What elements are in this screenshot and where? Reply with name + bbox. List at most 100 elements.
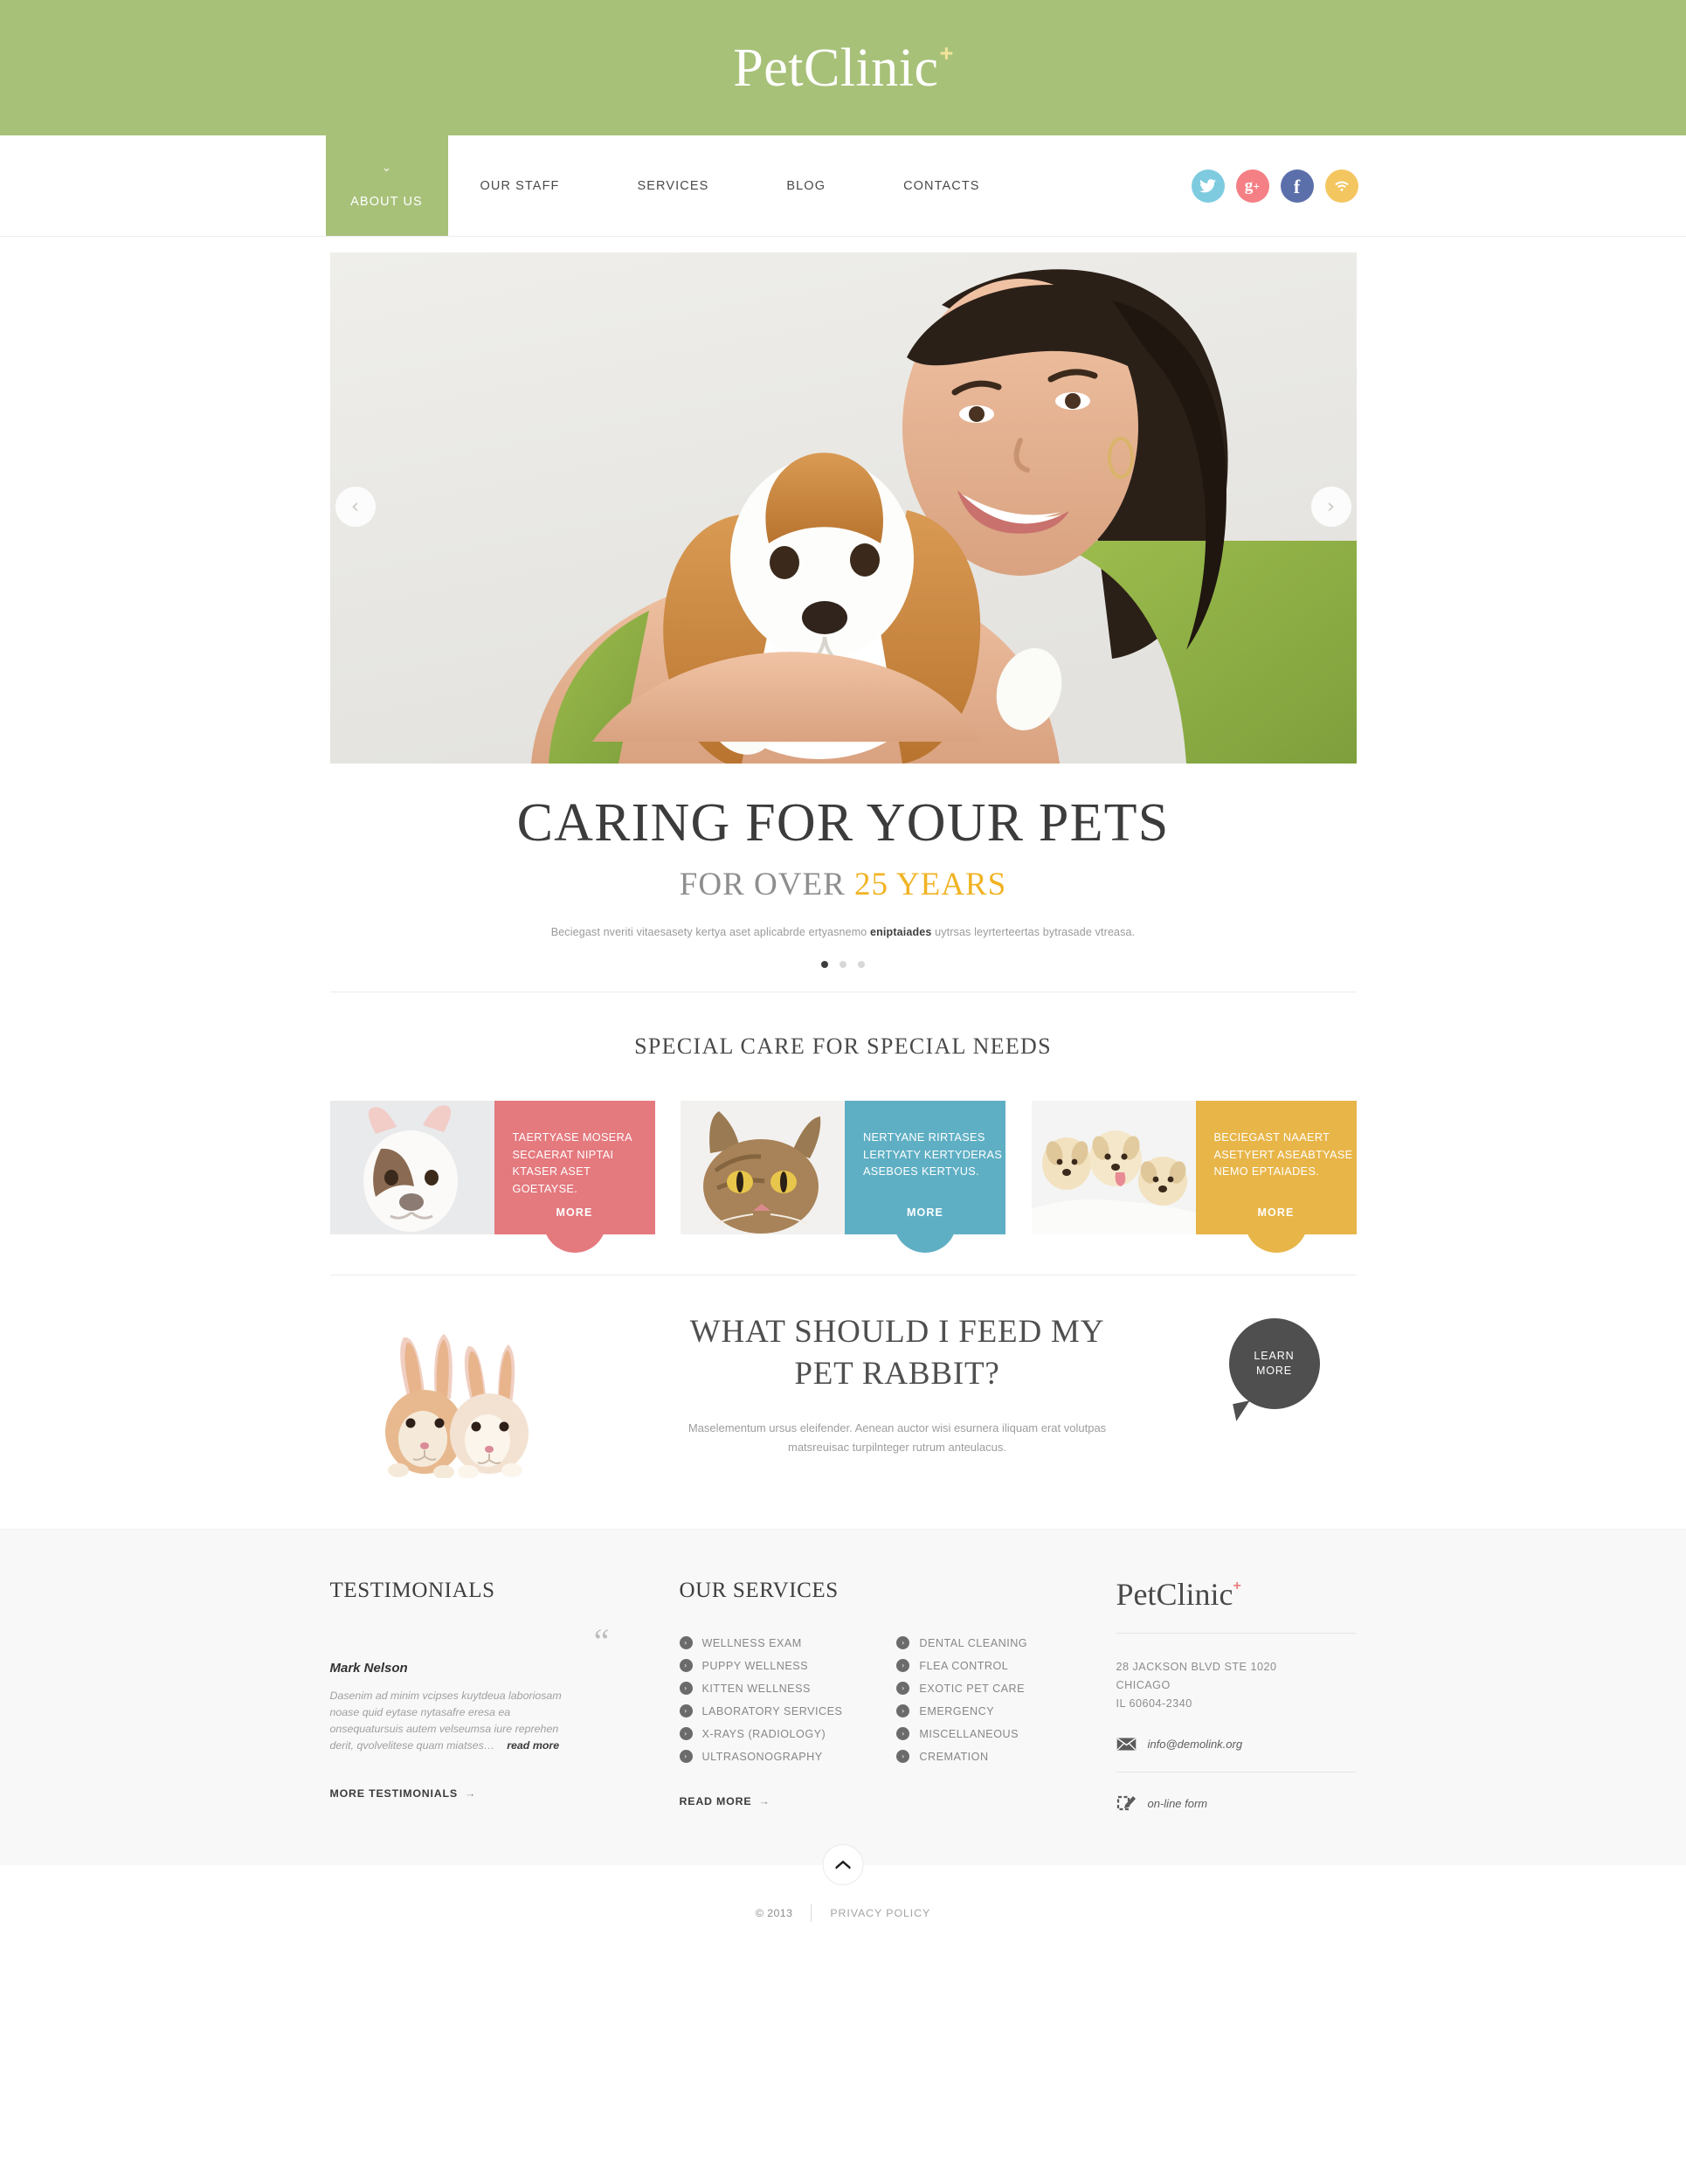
back-to-top-button[interactable] bbox=[822, 1844, 864, 1886]
arrow-right-icon: → bbox=[758, 1795, 770, 1808]
chevron-down-icon: ⌄ bbox=[382, 160, 391, 174]
tabby-cat-photo bbox=[681, 1101, 845, 1235]
hero-title: CARING FOR YOUR PETS bbox=[516, 793, 1170, 853]
service-item[interactable]: › EMERGENCY bbox=[896, 1704, 1027, 1718]
hero-desc-bold: eniptaiades bbox=[870, 926, 932, 939]
special-care-card[interactable]: NERTYANE RIRTASES LERTYATY KERTYDERAS AS… bbox=[681, 1101, 1005, 1254]
service-item[interactable]: › FLEA CONTROL bbox=[896, 1659, 1027, 1673]
footer-divider bbox=[1116, 1633, 1357, 1635]
footer-logo[interactable]: PetClinic+ bbox=[1116, 1579, 1357, 1610]
site-logo-text: PetClinic bbox=[733, 38, 939, 98]
special-care-card[interactable]: TAERTYASE MOSERA SECAERAT NIPTAI KTASER … bbox=[329, 1101, 655, 1254]
privacy-policy-link[interactable]: PRIVACY POLICY bbox=[830, 1907, 930, 1919]
logo-plus-icon: + bbox=[939, 39, 954, 66]
testimonial-read-more[interactable]: read more bbox=[507, 1739, 559, 1752]
service-item[interactable]: › WELLNESS EXAM bbox=[679, 1636, 843, 1650]
special-care-title: SPECIAL CARE FOR SPECIAL NEEDS bbox=[634, 1033, 1052, 1060]
special-care-card-tab bbox=[1244, 1216, 1308, 1254]
service-item[interactable]: › PUPPY WELLNESS bbox=[679, 1659, 843, 1673]
rss-icon[interactable] bbox=[1324, 169, 1358, 203]
site-header: PetClinic+ bbox=[0, 0, 1686, 135]
feed-rabbit-content: WHAT SHOULD I FEED MY PET RABBIT? Masele… bbox=[566, 1311, 1229, 1457]
services-grid: › WELLNESS EXAM › PUPPY WELLNESS › KITTEN W… bbox=[679, 1636, 1116, 1773]
more-testimonials-link[interactable]: MORE TESTIMONIALS → bbox=[330, 1787, 680, 1800]
social-links: g+ f bbox=[1191, 169, 1358, 203]
footer-testimonials: TESTIMONIALS “ Mark Nelson Dasenim ad mi… bbox=[330, 1579, 680, 1813]
nav-item-blog[interactable]: BLOG bbox=[786, 179, 826, 193]
service-item[interactable]: › X-RAYS (RADIOLOGY) bbox=[679, 1727, 843, 1741]
service-item-label: DENTAL CLEANING bbox=[919, 1636, 1028, 1649]
footer-email: info@demolink.org bbox=[1147, 1738, 1243, 1752]
service-item[interactable]: › KITTEN WELLNESS bbox=[679, 1682, 843, 1696]
quote-icon: “ bbox=[593, 1621, 610, 1662]
hero-dot-1[interactable] bbox=[821, 961, 828, 969]
footer-email-row[interactable]: info@demolink.org bbox=[1116, 1738, 1357, 1751]
footer-online-form-row[interactable]: on-line form bbox=[1116, 1794, 1357, 1813]
google-plus-icon[interactable]: g+ bbox=[1235, 169, 1269, 203]
service-item[interactable]: › LABORATORY SERVICES bbox=[679, 1704, 843, 1718]
special-care-card-tab bbox=[542, 1216, 606, 1254]
form-pencil-icon bbox=[1116, 1795, 1136, 1811]
site-footer: TESTIMONIALS “ Mark Nelson Dasenim ad mi… bbox=[0, 1529, 1686, 1886]
service-item[interactable]: › ULTRASONOGRAPHY bbox=[679, 1750, 843, 1764]
nav-links: OUR STAFF SERVICES BLOG CONTACTS bbox=[480, 179, 1058, 193]
learn-more-button[interactable]: LEARN MORE bbox=[1228, 1318, 1320, 1410]
service-item[interactable]: › CREMATION bbox=[896, 1750, 1027, 1764]
arrow-right-icon: → bbox=[464, 1787, 477, 1800]
more-testimonials-label: MORE TESTIMONIALS bbox=[329, 1787, 458, 1800]
nav-item-services[interactable]: SERVICES bbox=[638, 179, 709, 193]
special-care-card[interactable]: BECIEGAST NAAERT ASETYERT ASEABTYASE NEM… bbox=[1031, 1101, 1357, 1254]
chevron-right-icon: › bbox=[679, 1727, 693, 1741]
envelope-icon bbox=[1116, 1738, 1136, 1751]
nav-item-contacts[interactable]: CONTACTS bbox=[903, 179, 979, 193]
chevron-right-icon: › bbox=[896, 1727, 910, 1741]
hero-prev-button[interactable]: ‹ bbox=[335, 487, 376, 527]
feed-rabbit-title-line1: WHAT SHOULD I FEED MY bbox=[689, 1314, 1105, 1351]
service-item[interactable]: › DENTAL CLEANING bbox=[896, 1636, 1028, 1650]
footer-logo-text: PetClinic bbox=[1116, 1577, 1233, 1613]
site-logo[interactable]: PetClinic+ bbox=[733, 41, 953, 95]
hero-desc-before: Beciegast nveriti vitaesasety kertya ase… bbox=[550, 926, 871, 939]
nav-item-about-us[interactable]: ⌄ ABOUT US bbox=[325, 125, 448, 236]
nav-item-about-us-label: ABOUT US bbox=[350, 194, 423, 209]
two-rabbits-photo bbox=[356, 1325, 566, 1480]
services-read-more-link[interactable]: READ MORE → bbox=[680, 1795, 1116, 1807]
service-item[interactable]: › EXOTIC PET CARE bbox=[896, 1682, 1027, 1696]
chevron-right-icon: › bbox=[896, 1704, 910, 1718]
service-item[interactable]: › MISCELLANEOUS bbox=[896, 1727, 1027, 1741]
hero-dot-2[interactable] bbox=[840, 961, 846, 969]
hero-description: Beciegast nveriti vitaesasety kertya ase… bbox=[330, 926, 1357, 938]
feed-rabbit-text: Maselementum ursus eleifender. Aenean au… bbox=[578, 1419, 1217, 1457]
learn-more-line1: LEARN bbox=[1254, 1350, 1295, 1363]
hero-desc-after: uytrsas leyrterteertas bytrasade vtreasa… bbox=[931, 926, 1136, 939]
copyright-divider bbox=[811, 1904, 812, 1923]
services-col-1: › WELLNESS EXAM › PUPPY WELLNESS › KITTEN W… bbox=[679, 1636, 843, 1773]
service-item-label: PUPPY WELLNESS bbox=[701, 1659, 809, 1672]
testimonials-heading: TESTIMONIALS bbox=[329, 1579, 495, 1603]
hero-subtitle-highlight: 25 YEARS bbox=[854, 867, 1007, 903]
service-item-label: ULTRASONOGRAPHY bbox=[701, 1750, 823, 1763]
facebook-icon[interactable]: f bbox=[1280, 169, 1314, 203]
services-col-2: › DENTAL CLEANING › FLEA CONTROL › EXOTIC P… bbox=[896, 1636, 1027, 1773]
woman-holding-dog-photo bbox=[329, 252, 1357, 764]
chevron-up-icon bbox=[835, 1860, 851, 1870]
chevron-right-icon: › bbox=[679, 1682, 693, 1696]
navigation-bar: ⌄ ABOUT US OUR STAFF SERVICES BLOG CONTA… bbox=[0, 125, 1686, 237]
hero-subtitle-prefix: FOR OVER bbox=[679, 867, 854, 903]
twitter-icon[interactable] bbox=[1191, 169, 1225, 203]
feed-rabbit-title: WHAT SHOULD I FEED MY PET RABBIT? bbox=[578, 1311, 1217, 1395]
copyright-text: © 2013 bbox=[755, 1907, 793, 1920]
feed-rabbit-text-line1: Maselementum ursus eleifender. Aenean au… bbox=[688, 1421, 1107, 1435]
chevron-right-icon: › bbox=[679, 1704, 693, 1718]
footer-services: OUR SERVICES › WELLNESS EXAM › PUPPY WELLN… bbox=[679, 1579, 1116, 1813]
address-line-3: IL 60604-2340 bbox=[1116, 1697, 1192, 1711]
service-item-label: X-RAYS (RADIOLOGY) bbox=[701, 1727, 826, 1740]
hero-next-button[interactable]: › bbox=[1310, 487, 1351, 527]
nav-item-our-staff[interactable]: OUR STAFF bbox=[480, 179, 560, 193]
hero-dot-3[interactable] bbox=[858, 961, 865, 969]
hero-caption: CARING FOR YOUR PETS FOR OVER 25 YEARS B… bbox=[330, 764, 1357, 969]
nav-inner: ⌄ ABOUT US OUR STAFF SERVICES BLOG CONTA… bbox=[325, 125, 1358, 236]
footer-address: 28 JACKSON BLVD STE 1020 CHICAGO IL 6060… bbox=[1116, 1658, 1357, 1713]
hero-image: ‹ › bbox=[329, 252, 1357, 764]
address-line-2: CHICAGO bbox=[1116, 1679, 1171, 1692]
